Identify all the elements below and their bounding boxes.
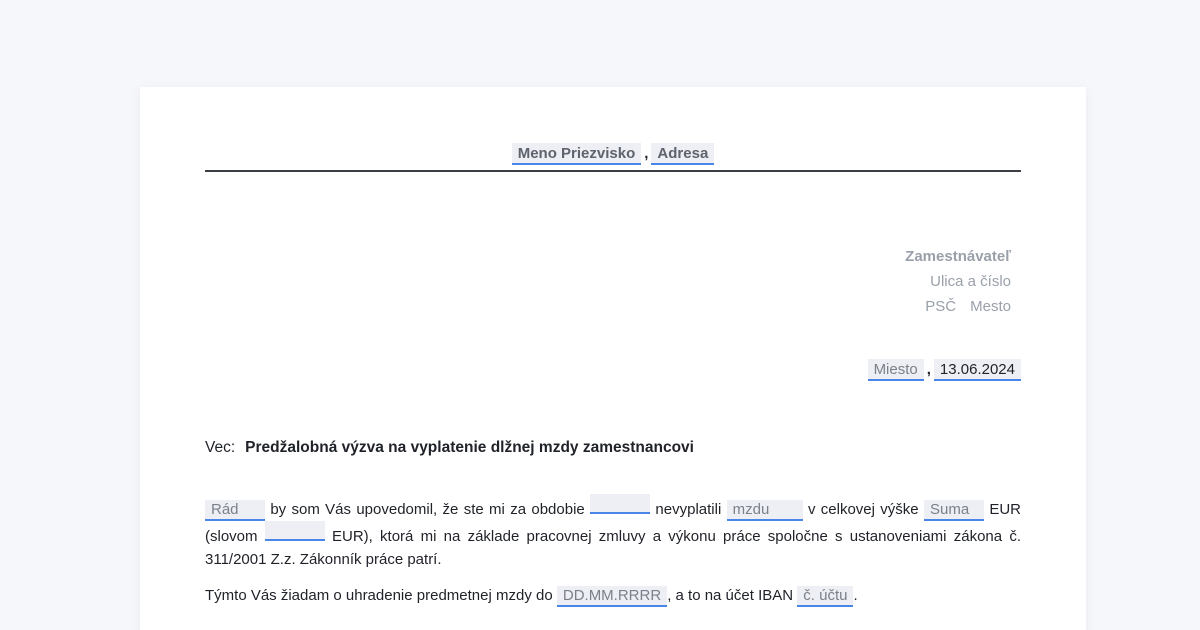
recipient-name[interactable]: Zamestnávateľ [905, 244, 1011, 269]
header-separator: , [644, 145, 649, 162]
body-paragraph-2: Týmto Vás žiadam o uhradenie predmetnej … [205, 584, 1021, 607]
place-field[interactable]: Miesto [867, 359, 924, 381]
header-divider [205, 170, 1021, 172]
date-separator: , [926, 361, 931, 378]
paragraph1-text-a: by som Vás upovedomil, že ste mi za obdo… [270, 501, 585, 518]
subject-line: Vec: Predžalobná výzva na vyplatenie dlžn… [205, 439, 694, 457]
paragraph2-text-a: Týmto Vás žiadam o uhradenie predmetnej … [205, 587, 553, 604]
paragraph2-text-b: , a to na účet IBAN [667, 587, 794, 604]
recipient-city-line: PSČ Mesto [905, 294, 1011, 319]
body-paragraph-1: Rád by som Vás upovedomil, že ste mi za … [205, 494, 1021, 571]
subject-title: Predžalobná výzva na vyplatenie dlžnej m… [245, 439, 694, 456]
sender-address-field[interactable]: Adresa [651, 143, 715, 165]
paragraph1-text-b: nevyplatili [655, 501, 722, 518]
subject-label: Vec: [205, 439, 236, 456]
paragraph1-text-e: EUR), ktorá mi na základe pracovnej zmlu… [205, 528, 1021, 568]
period-field[interactable] [590, 494, 651, 514]
amount-words-field[interactable] [264, 521, 325, 541]
sender-header: Meno Priezvisko, Adresa [205, 143, 1021, 165]
due-date-field[interactable]: DD.MM.RRRR [556, 586, 668, 607]
place-date-line: Miesto, 13.06.2024 [867, 359, 1021, 381]
recipient-postal-code[interactable]: PSČ [925, 298, 956, 315]
date-field[interactable]: 13.06.2024 [933, 359, 1021, 381]
recipient-block: Zamestnávateľ Ulica a číslo PSČ Mesto [905, 244, 1011, 319]
letter-page: Meno Priezvisko, Adresa Zamestnávateľ Uli… [140, 87, 1086, 630]
recipient-street[interactable]: Ulica a číslo [905, 269, 1011, 294]
sender-name-field[interactable]: Meno Priezvisko [511, 143, 642, 165]
amount-field[interactable]: Suma [923, 500, 984, 521]
paragraph1-text-c: v celkovej výške [807, 501, 919, 518]
iban-field[interactable]: č. účtu [797, 586, 854, 607]
wage-type-field[interactable]: mzdu [726, 500, 803, 521]
recipient-city[interactable]: Mesto [970, 298, 1011, 315]
salutation-field[interactable]: Rád [205, 500, 265, 521]
paragraph2-text-c: . [853, 587, 858, 604]
